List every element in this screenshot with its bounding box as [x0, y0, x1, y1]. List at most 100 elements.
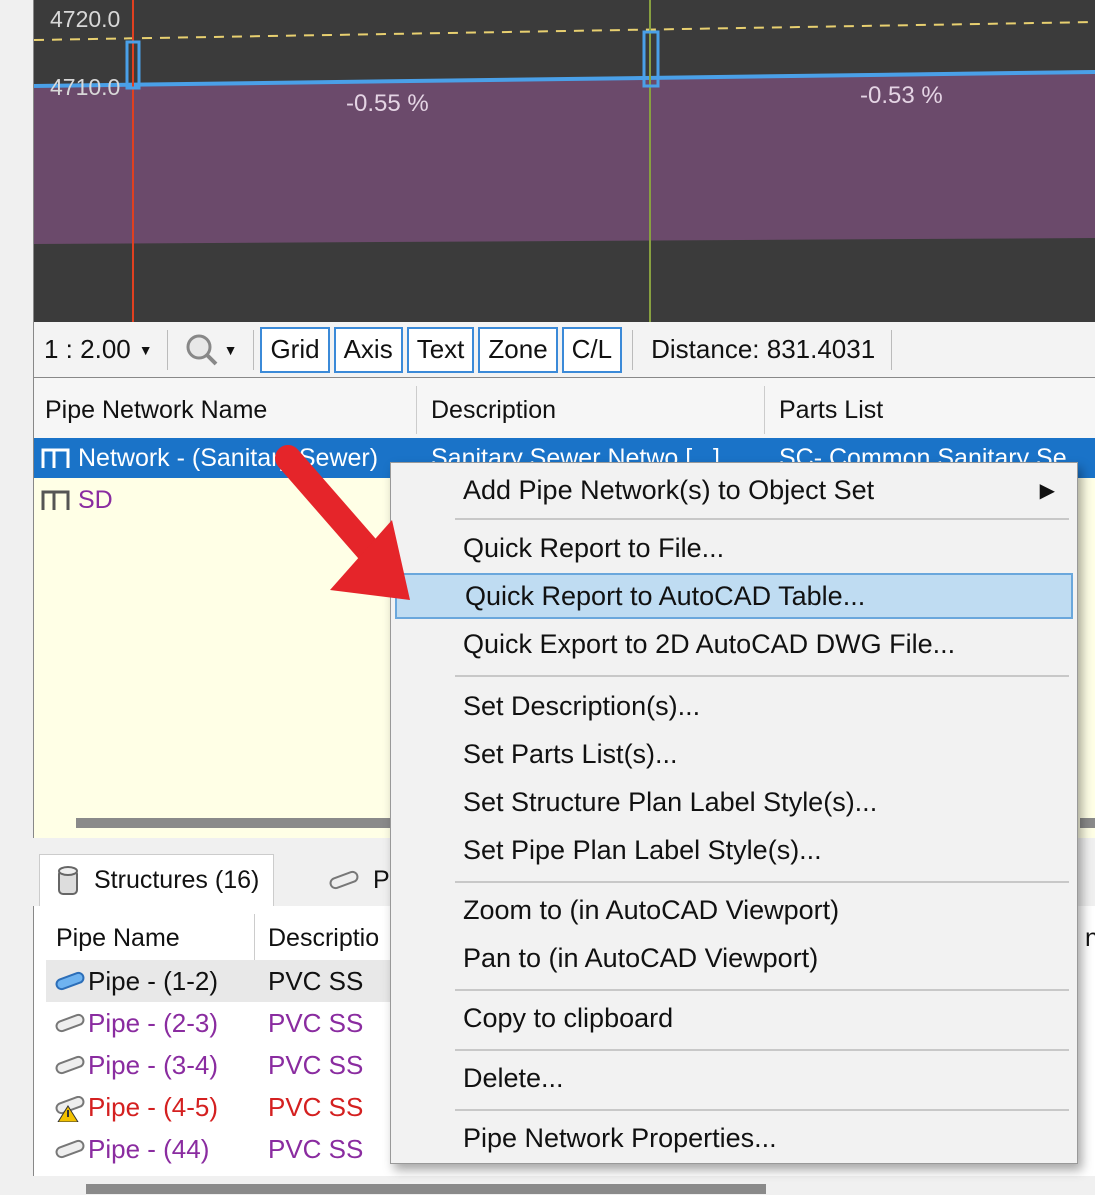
menu-separator: [455, 1109, 1069, 1111]
elevation-label: 4710.0: [50, 74, 121, 100]
menu-item-quick-report-table[interactable]: Quick Report to AutoCAD Table...: [395, 573, 1073, 619]
menu-item-label: Set Description(s)...: [463, 690, 701, 721]
menu-item-label: Copy to clipboard: [463, 1002, 674, 1033]
pipe-icon: [55, 1013, 85, 1033]
pipe-description: PVC SS: [268, 1133, 364, 1164]
pipe-name: Pipe - (4-5): [88, 1091, 219, 1122]
pipe-name: Pipe - (1-2): [88, 965, 219, 996]
column-divider[interactable]: [764, 386, 765, 434]
menu-item-zoom-to[interactable]: Zoom to (in AutoCAD Viewport): [395, 887, 1073, 933]
table-row[interactable]: Pipe - (3-4) PVC SS: [46, 1044, 406, 1086]
distance-readout: Distance: 831.4031: [651, 334, 876, 364]
profile-toolbar: 1 : 2.00 ▼ ▼ Grid Axis Text Zone C/L Dis…: [33, 322, 1095, 378]
table-row[interactable]: Pipe - (1-2) PVC SS: [46, 960, 406, 1002]
column-header-name[interactable]: Pipe Network Name: [45, 396, 267, 425]
caret-down-icon: ▼: [138, 341, 153, 358]
menu-item-label: Pan to (in AutoCAD Viewport): [463, 942, 819, 973]
toolbar-separator: [632, 329, 634, 370]
grade-label: -0.53 %: [860, 82, 943, 109]
menu-separator: [455, 675, 1069, 677]
warning-icon: [55, 1096, 85, 1122]
table-row[interactable]: Pipe - (2-3) PVC SS: [46, 1002, 406, 1044]
scrollbar-thumb[interactable]: [76, 818, 396, 828]
menu-item-add-to-object-set[interactable]: Add Pipe Network(s) to Object Set ▶: [395, 467, 1073, 513]
pipe-description: PVC SS: [268, 1007, 364, 1038]
pipe-icon: [55, 1055, 85, 1075]
horizontal-scrollbar-thumb[interactable]: [86, 1184, 766, 1194]
menu-item-properties[interactable]: Pipe Network Properties...: [395, 1115, 1073, 1161]
menu-item-label: Set Pipe Plan Label Style(s)...: [463, 834, 822, 865]
surface-line: [34, 21, 1095, 41]
magnifier-icon: [186, 334, 218, 365]
toolbar-separator: [891, 329, 893, 370]
scale-value: 1 : 2.00: [44, 334, 131, 364]
column-header-fragment: n: [1085, 924, 1095, 952]
pipe-icon: [329, 870, 359, 890]
structure-icon: [58, 865, 78, 895]
pipe-name: Pipe - (44): [88, 1133, 210, 1164]
text-toggle-button[interactable]: Text: [406, 326, 475, 373]
network-name: SD: [78, 485, 113, 514]
column-divider[interactable]: [416, 386, 417, 434]
pipe-description: PVC SS: [268, 1091, 364, 1122]
menu-item-set-pipe-label-style[interactable]: Set Pipe Plan Label Style(s)...: [395, 827, 1073, 873]
grid-toggle-button[interactable]: Grid: [260, 326, 330, 373]
menu-item-label: Zoom to (in AutoCAD Viewport): [463, 894, 840, 925]
submenu-arrow-icon: ▶: [1039, 479, 1055, 502]
menu-item-label: Delete...: [463, 1062, 564, 1093]
pipe-name: Pipe - (2-3): [88, 1007, 219, 1038]
zone-toggle-button[interactable]: Zone: [478, 326, 558, 373]
menu-item-label: Set Structure Plan Label Style(s)...: [463, 786, 878, 817]
menu-separator: [455, 518, 1069, 520]
axis-toggle-button[interactable]: Axis: [333, 326, 403, 373]
tab-structures[interactable]: Structures (16): [39, 854, 275, 906]
centerline-toggle-button[interactable]: C/L: [561, 326, 623, 373]
grade-label: -0.55 %: [346, 90, 429, 117]
menu-item-set-description[interactable]: Set Description(s)...: [395, 683, 1073, 729]
menu-item-label: Add Pipe Network(s) to Object Set: [463, 474, 875, 505]
column-header-parts-list[interactable]: Parts List: [779, 396, 883, 425]
zoom-dropdown[interactable]: ▼: [184, 332, 238, 368]
menu-item-quick-export-dwg[interactable]: Quick Export to 2D AutoCAD DWG File...: [395, 621, 1073, 667]
menu-separator: [455, 881, 1069, 883]
column-divider[interactable]: [254, 914, 255, 962]
tab-label: P: [373, 865, 390, 894]
menu-item-label: Quick Report to File...: [463, 532, 725, 563]
column-header-description[interactable]: Descriptio: [268, 924, 379, 953]
context-menu: Add Pipe Network(s) to Object Set ▶ Quic…: [390, 462, 1078, 1164]
tab-label: Structures (16): [94, 866, 260, 894]
pipe-icon: [55, 1139, 85, 1159]
table-row[interactable]: Pipe - (4-5) PVC SS: [46, 1086, 406, 1128]
menu-item-copy-clipboard[interactable]: Copy to clipboard: [395, 995, 1073, 1041]
menu-item-label: Set Parts List(s)...: [463, 738, 678, 769]
toolbar-separator: [166, 329, 168, 370]
caret-down-icon: ▼: [223, 341, 238, 358]
toolbar-separator: [253, 329, 255, 370]
scale-dropdown[interactable]: 1 : 2.00 ▼: [44, 334, 161, 365]
pipe-network-icon: [41, 448, 70, 468]
elevation-label: 4720.0: [50, 6, 121, 32]
pipe-name: Pipe - (3-4): [88, 1049, 219, 1080]
menu-item-pan-to[interactable]: Pan to (in AutoCAD Viewport): [395, 935, 1073, 981]
menu-item-label: Quick Export to 2D AutoCAD DWG File...: [463, 628, 956, 659]
menu-separator: [455, 989, 1069, 991]
table-row[interactable]: Pipe - (44) PVC SS: [46, 1128, 406, 1170]
profile-graphics: [34, 0, 1095, 322]
pipe-description: PVC SS: [268, 1049, 364, 1080]
menu-item-quick-report-file[interactable]: Quick Report to File...: [395, 525, 1073, 571]
pipe-description: PVC SS: [268, 965, 364, 996]
menu-separator: [455, 1049, 1069, 1051]
column-header-description[interactable]: Description: [431, 396, 556, 425]
menu-item-delete[interactable]: Delete...: [395, 1055, 1073, 1101]
list-header: Pipe Network Name Description Parts List: [34, 378, 1095, 440]
menu-item-set-structure-label-style[interactable]: Set Structure Plan Label Style(s)...: [395, 779, 1073, 825]
column-header-pipe-name[interactable]: Pipe Name: [56, 924, 180, 953]
pipe-icon: [55, 971, 85, 991]
menu-item-label: Pipe Network Properties...: [463, 1122, 777, 1153]
pipe-network-icon: [41, 490, 70, 510]
scrollbar-thumb[interactable]: [1080, 818, 1095, 828]
profile-view[interactable]: 4720.0 4710.0 -0.55 % -0.53 %: [33, 0, 1095, 322]
menu-item-set-parts-list[interactable]: Set Parts List(s)...: [395, 731, 1073, 777]
network-name: Network - (Sanitary Sewer): [78, 443, 379, 472]
menu-item-label: Quick Report to AutoCAD Table...: [465, 580, 866, 611]
